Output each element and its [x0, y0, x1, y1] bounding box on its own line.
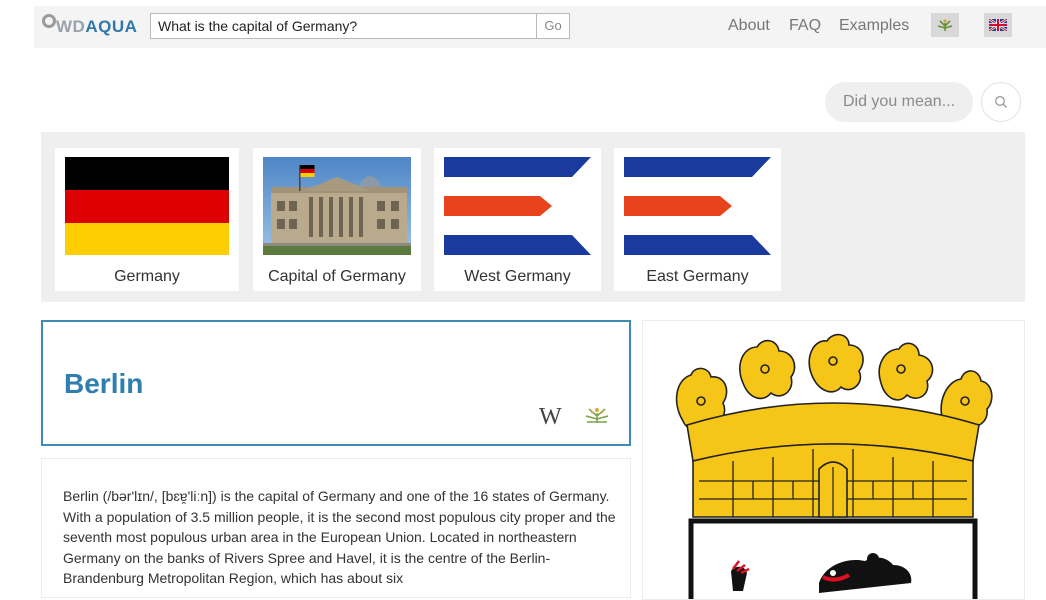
top-navigation-bar: WDAQUA Go About FAQ Examples	[34, 6, 1046, 48]
entity-card-west-germany[interactable]: West Germany	[434, 148, 601, 291]
search-icon	[995, 96, 1007, 109]
entity-label: Capital of Germany	[268, 268, 406, 285]
entity-card-germany[interactable]: Germany	[55, 148, 239, 291]
did-you-mean-button[interactable]: Did you mean...	[825, 82, 973, 122]
logo-ring-icon	[42, 14, 56, 28]
related-entities-strip: Germany Capital of Germany West Germany …	[41, 132, 1025, 302]
nav-examples-link[interactable]: Examples	[839, 17, 909, 35]
wikidata-language-button[interactable]	[931, 13, 959, 37]
germany-flag-image	[65, 157, 229, 255]
entity-label: Germany	[114, 268, 180, 285]
entity-card-capital-of-germany[interactable]: Capital of Germany	[253, 148, 421, 291]
wikidata-icon[interactable]	[583, 406, 611, 424]
did-you-mean-search-button[interactable]	[981, 82, 1021, 122]
go-button[interactable]: Go	[536, 13, 570, 39]
answer-title: Berlin	[64, 368, 144, 399]
entity-label: West Germany	[464, 268, 571, 285]
nav-about-link[interactable]: About	[728, 17, 770, 35]
question-input[interactable]	[150, 13, 537, 39]
wikipedia-icon[interactable]: W	[539, 404, 562, 431]
answer-image-panel	[642, 320, 1025, 600]
abstract-text: Berlin (/bər'lɪn/, [bɛɐ̯'liːn]) is the c…	[63, 488, 616, 586]
english-language-button[interactable]	[984, 13, 1012, 37]
answer-card: Berlin W	[41, 320, 631, 446]
berlin-coat-of-arms-image	[675, 333, 993, 599]
nav-faq-link[interactable]: FAQ	[789, 17, 821, 35]
abstract-card: Berlin (/bər'lɪn/, [bɛɐ̯'liːn]) is the c…	[41, 458, 631, 598]
logo-suffix: AQUA	[85, 17, 138, 36]
west-germany-flag-image	[444, 157, 591, 255]
reichstag-photo-image	[263, 157, 411, 255]
entity-card-east-germany[interactable]: East Germany	[614, 148, 781, 291]
logo[interactable]: WDAQUA	[40, 12, 152, 36]
entity-label: East Germany	[646, 268, 749, 285]
logo-prefix: WD	[56, 17, 86, 36]
wikidata-language-icon	[937, 19, 953, 31]
east-germany-flag-image	[624, 157, 771, 255]
uk-flag-icon	[989, 19, 1007, 31]
